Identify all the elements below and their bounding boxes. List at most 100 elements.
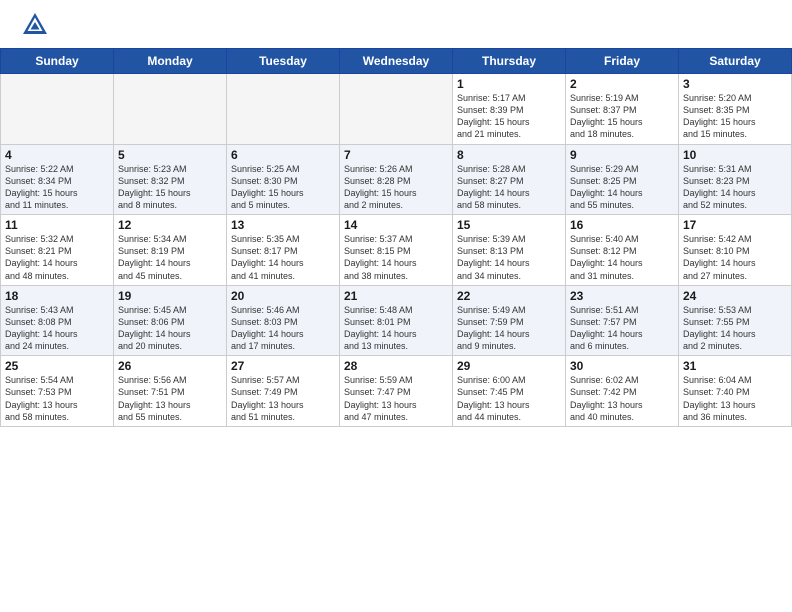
day-info: Sunrise: 5:46 AM Sunset: 8:03 PM Dayligh… [231, 304, 335, 353]
day-info: Sunrise: 5:53 AM Sunset: 7:55 PM Dayligh… [683, 304, 787, 353]
day-info: Sunrise: 5:29 AM Sunset: 8:25 PM Dayligh… [570, 163, 674, 212]
day-info: Sunrise: 5:51 AM Sunset: 7:57 PM Dayligh… [570, 304, 674, 353]
day-number: 25 [5, 359, 109, 373]
day-info: Sunrise: 6:00 AM Sunset: 7:45 PM Dayligh… [457, 374, 561, 423]
calendar-cell: 28Sunrise: 5:59 AM Sunset: 7:47 PM Dayli… [340, 356, 453, 427]
calendar-cell: 7Sunrise: 5:26 AM Sunset: 8:28 PM Daylig… [340, 144, 453, 215]
calendar-cell: 5Sunrise: 5:23 AM Sunset: 8:32 PM Daylig… [114, 144, 227, 215]
day-number: 20 [231, 289, 335, 303]
day-info: Sunrise: 5:37 AM Sunset: 8:15 PM Dayligh… [344, 233, 448, 282]
day-number: 10 [683, 148, 787, 162]
day-info: Sunrise: 5:39 AM Sunset: 8:13 PM Dayligh… [457, 233, 561, 282]
calendar-cell [340, 74, 453, 145]
day-number: 28 [344, 359, 448, 373]
weekday-header: Thursday [453, 49, 566, 74]
calendar-cell: 15Sunrise: 5:39 AM Sunset: 8:13 PM Dayli… [453, 215, 566, 286]
day-info: Sunrise: 5:32 AM Sunset: 8:21 PM Dayligh… [5, 233, 109, 282]
calendar-cell: 21Sunrise: 5:48 AM Sunset: 8:01 PM Dayli… [340, 285, 453, 356]
calendar-cell: 31Sunrise: 6:04 AM Sunset: 7:40 PM Dayli… [679, 356, 792, 427]
day-number: 1 [457, 77, 561, 91]
calendar-cell: 19Sunrise: 5:45 AM Sunset: 8:06 PM Dayli… [114, 285, 227, 356]
day-info: Sunrise: 5:19 AM Sunset: 8:37 PM Dayligh… [570, 92, 674, 141]
calendar-cell: 30Sunrise: 6:02 AM Sunset: 7:42 PM Dayli… [566, 356, 679, 427]
day-number: 26 [118, 359, 222, 373]
day-number: 8 [457, 148, 561, 162]
day-number: 29 [457, 359, 561, 373]
day-number: 7 [344, 148, 448, 162]
day-number: 17 [683, 218, 787, 232]
day-number: 21 [344, 289, 448, 303]
calendar-cell: 18Sunrise: 5:43 AM Sunset: 8:08 PM Dayli… [1, 285, 114, 356]
calendar-cell: 12Sunrise: 5:34 AM Sunset: 8:19 PM Dayli… [114, 215, 227, 286]
day-info: Sunrise: 5:45 AM Sunset: 8:06 PM Dayligh… [118, 304, 222, 353]
day-number: 14 [344, 218, 448, 232]
logo-icon [20, 10, 50, 40]
day-info: Sunrise: 5:59 AM Sunset: 7:47 PM Dayligh… [344, 374, 448, 423]
calendar-cell: 17Sunrise: 5:42 AM Sunset: 8:10 PM Dayli… [679, 215, 792, 286]
calendar-cell: 25Sunrise: 5:54 AM Sunset: 7:53 PM Dayli… [1, 356, 114, 427]
calendar-cell: 2Sunrise: 5:19 AM Sunset: 8:37 PM Daylig… [566, 74, 679, 145]
day-number: 9 [570, 148, 674, 162]
day-number: 13 [231, 218, 335, 232]
calendar-week-row: 11Sunrise: 5:32 AM Sunset: 8:21 PM Dayli… [1, 215, 792, 286]
weekday-header-row: SundayMondayTuesdayWednesdayThursdayFrid… [1, 49, 792, 74]
day-info: Sunrise: 5:20 AM Sunset: 8:35 PM Dayligh… [683, 92, 787, 141]
calendar-cell: 3Sunrise: 5:20 AM Sunset: 8:35 PM Daylig… [679, 74, 792, 145]
weekday-header: Tuesday [227, 49, 340, 74]
day-info: Sunrise: 5:35 AM Sunset: 8:17 PM Dayligh… [231, 233, 335, 282]
day-info: Sunrise: 5:48 AM Sunset: 8:01 PM Dayligh… [344, 304, 448, 353]
day-info: Sunrise: 5:40 AM Sunset: 8:12 PM Dayligh… [570, 233, 674, 282]
calendar-cell: 29Sunrise: 6:00 AM Sunset: 7:45 PM Dayli… [453, 356, 566, 427]
calendar-cell: 26Sunrise: 5:56 AM Sunset: 7:51 PM Dayli… [114, 356, 227, 427]
weekday-header: Saturday [679, 49, 792, 74]
calendar-cell: 13Sunrise: 5:35 AM Sunset: 8:17 PM Dayli… [227, 215, 340, 286]
day-number: 18 [5, 289, 109, 303]
day-info: Sunrise: 5:42 AM Sunset: 8:10 PM Dayligh… [683, 233, 787, 282]
day-number: 23 [570, 289, 674, 303]
calendar-cell [227, 74, 340, 145]
day-number: 19 [118, 289, 222, 303]
day-number: 16 [570, 218, 674, 232]
calendar-cell: 16Sunrise: 5:40 AM Sunset: 8:12 PM Dayli… [566, 215, 679, 286]
day-info: Sunrise: 5:34 AM Sunset: 8:19 PM Dayligh… [118, 233, 222, 282]
day-number: 2 [570, 77, 674, 91]
calendar-week-row: 18Sunrise: 5:43 AM Sunset: 8:08 PM Dayli… [1, 285, 792, 356]
day-info: Sunrise: 5:43 AM Sunset: 8:08 PM Dayligh… [5, 304, 109, 353]
calendar-week-row: 25Sunrise: 5:54 AM Sunset: 7:53 PM Dayli… [1, 356, 792, 427]
weekday-header: Monday [114, 49, 227, 74]
day-info: Sunrise: 5:23 AM Sunset: 8:32 PM Dayligh… [118, 163, 222, 212]
calendar-cell: 8Sunrise: 5:28 AM Sunset: 8:27 PM Daylig… [453, 144, 566, 215]
calendar-cell: 20Sunrise: 5:46 AM Sunset: 8:03 PM Dayli… [227, 285, 340, 356]
day-info: Sunrise: 5:31 AM Sunset: 8:23 PM Dayligh… [683, 163, 787, 212]
day-info: Sunrise: 5:57 AM Sunset: 7:49 PM Dayligh… [231, 374, 335, 423]
calendar-table: SundayMondayTuesdayWednesdayThursdayFrid… [0, 48, 792, 427]
day-number: 15 [457, 218, 561, 232]
calendar-cell: 9Sunrise: 5:29 AM Sunset: 8:25 PM Daylig… [566, 144, 679, 215]
calendar-cell: 14Sunrise: 5:37 AM Sunset: 8:15 PM Dayli… [340, 215, 453, 286]
day-info: Sunrise: 5:26 AM Sunset: 8:28 PM Dayligh… [344, 163, 448, 212]
day-number: 3 [683, 77, 787, 91]
day-number: 6 [231, 148, 335, 162]
calendar-cell: 22Sunrise: 5:49 AM Sunset: 7:59 PM Dayli… [453, 285, 566, 356]
calendar-cell: 27Sunrise: 5:57 AM Sunset: 7:49 PM Dayli… [227, 356, 340, 427]
weekday-header: Friday [566, 49, 679, 74]
page-header [0, 0, 792, 44]
calendar-cell: 4Sunrise: 5:22 AM Sunset: 8:34 PM Daylig… [1, 144, 114, 215]
day-number: 22 [457, 289, 561, 303]
calendar-cell: 1Sunrise: 5:17 AM Sunset: 8:39 PM Daylig… [453, 74, 566, 145]
calendar-cell [114, 74, 227, 145]
day-info: Sunrise: 5:25 AM Sunset: 8:30 PM Dayligh… [231, 163, 335, 212]
day-info: Sunrise: 6:02 AM Sunset: 7:42 PM Dayligh… [570, 374, 674, 423]
day-info: Sunrise: 5:28 AM Sunset: 8:27 PM Dayligh… [457, 163, 561, 212]
calendar-cell: 11Sunrise: 5:32 AM Sunset: 8:21 PM Dayli… [1, 215, 114, 286]
day-info: Sunrise: 5:49 AM Sunset: 7:59 PM Dayligh… [457, 304, 561, 353]
weekday-header: Sunday [1, 49, 114, 74]
day-number: 11 [5, 218, 109, 232]
calendar-cell [1, 74, 114, 145]
day-number: 31 [683, 359, 787, 373]
calendar-cell: 24Sunrise: 5:53 AM Sunset: 7:55 PM Dayli… [679, 285, 792, 356]
day-number: 5 [118, 148, 222, 162]
day-number: 27 [231, 359, 335, 373]
day-info: Sunrise: 5:17 AM Sunset: 8:39 PM Dayligh… [457, 92, 561, 141]
day-info: Sunrise: 5:54 AM Sunset: 7:53 PM Dayligh… [5, 374, 109, 423]
